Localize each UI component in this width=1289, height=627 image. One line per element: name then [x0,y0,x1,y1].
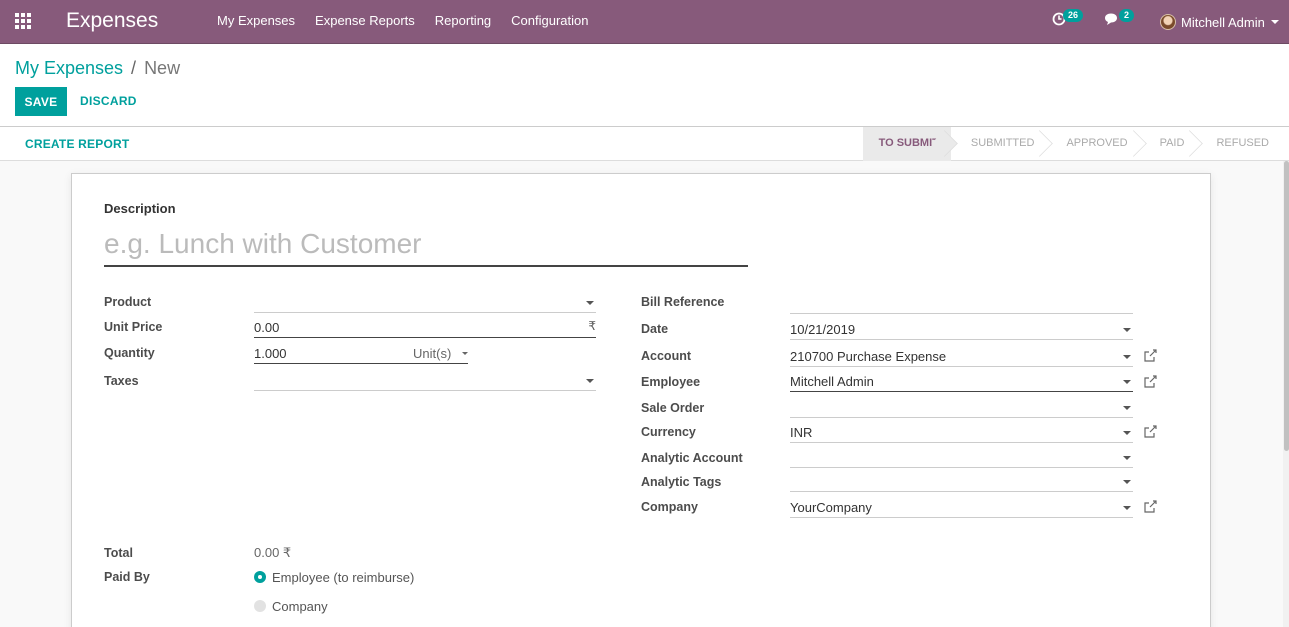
external-link-icon[interactable] [1144,349,1157,362]
account-label: Account [641,349,691,363]
product-field[interactable] [254,293,596,313]
total-label: Total [104,546,133,560]
user-name: Mitchell Admin [1181,14,1265,30]
breadcrumb: My Expenses / New [15,58,180,79]
quantity-label: Quantity [104,346,155,360]
company-value: YourCompany [790,500,872,515]
product-label: Product [104,295,152,309]
bill-reference-label: Bill Reference [641,295,725,309]
currency-label: Currency [641,425,696,439]
main-menu: My Expenses Expense Reports Reporting Co… [217,0,608,44]
app-title: Expenses [66,9,159,32]
activity-icon[interactable]: 26 [1052,9,1084,28]
date-value: 10/21/2019 [790,322,856,337]
quantity-field[interactable]: 1.000 Unit(s) [254,344,468,364]
save-button[interactable]: SAVE [15,87,67,116]
menu-reporting[interactable]: Reporting [435,0,491,44]
external-link-icon[interactable] [1144,425,1157,438]
description-label: Description [104,201,176,216]
description-input[interactable] [104,222,748,267]
currency-symbol: ₹ [588,319,596,333]
stage-paid[interactable]: PAID [1140,127,1197,161]
create-report-button[interactable]: CREATE REPORT [25,137,129,151]
menu-my-expenses[interactable]: My Expenses [217,0,295,44]
paid-by-company-radio[interactable] [254,600,266,612]
chevron-down-icon [586,301,594,305]
stage-to-submit[interactable]: TO SUBMIT [862,127,951,161]
currency-field[interactable]: INR [790,423,1133,443]
chevron-down-icon [1123,480,1131,484]
paid-by-label: Paid By [104,570,150,584]
sale-order-field[interactable] [790,398,1133,418]
sale-order-label: Sale Order [641,401,705,415]
date-label: Date [641,322,669,336]
menu-expense-reports[interactable]: Expense Reports [315,0,415,44]
currency-value: INR [790,425,813,440]
chevron-down-icon [586,379,594,383]
message-count-badge: 2 [1119,9,1135,22]
discard-button[interactable]: DISCARD [80,94,137,108]
stage-refused[interactable]: REFUSED [1196,127,1281,161]
chevron-down-icon [1123,380,1131,384]
external-link-icon[interactable] [1144,375,1157,388]
chevron-down-icon [1123,431,1131,435]
breadcrumb-parent[interactable]: My Expenses [15,58,123,78]
activity-count-badge: 26 [1063,9,1084,22]
paid-by-employee-radio[interactable] [254,571,266,583]
chevron-down-icon [1123,506,1131,510]
employee-field[interactable]: Mitchell Admin [790,372,1133,392]
taxes-label: Taxes [104,374,139,388]
account-field[interactable]: 210700 Purchase Expense [790,347,1133,367]
chat-bubbles-icon [1105,13,1117,25]
chevron-down-icon [1123,406,1131,410]
company-field[interactable]: YourCompany [790,498,1133,518]
analytic-account-field[interactable] [790,448,1133,468]
chevron-down-icon [1123,355,1131,359]
employee-value: Mitchell Admin [790,374,874,389]
taxes-field[interactable] [254,371,596,391]
expense-form-sheet: Description Product Unit Price 0.00 ₹ Qu… [71,173,1211,627]
bill-reference-field[interactable] [790,294,1133,314]
menu-configuration[interactable]: Configuration [511,0,588,44]
apps-menu-icon[interactable] [15,13,33,31]
avatar [1160,14,1176,30]
chevron-down-icon [1270,20,1279,24]
scrollbar-thumb[interactable] [1284,161,1289,451]
status-stages: TO SUBMIT SUBMITTED APPROVED PAID REFUSE… [862,127,1281,161]
paid-by-employee-label[interactable]: Employee (to reimburse) [272,570,414,585]
unit-price-value: 0.00 [254,320,280,335]
date-field[interactable]: 10/21/2019 [790,320,1133,340]
unit-price-field[interactable]: 0.00 ₹ [254,318,596,338]
messaging-icon[interactable]: 2 [1104,9,1135,28]
external-link-icon[interactable] [1144,500,1157,513]
top-navbar: Expenses My Expenses Expense Reports Rep… [0,0,1289,44]
vertical-scrollbar[interactable] [1283,161,1289,627]
quantity-value: 1.000 [254,346,287,361]
analytic-tags-field[interactable] [790,472,1133,492]
stage-submitted[interactable]: SUBMITTED [951,127,1047,161]
user-menu[interactable]: Mitchell Admin [1160,0,1279,44]
employee-label: Employee [641,375,701,389]
analytic-account-label: Analytic Account [641,451,743,465]
analytic-tags-label: Analytic Tags [641,475,722,489]
chevron-down-icon [462,352,468,355]
stage-approved[interactable]: APPROVED [1046,127,1139,161]
uom-select[interactable]: Unit(s) [413,346,451,361]
chevron-down-icon [1123,456,1131,460]
unit-price-label: Unit Price [104,320,163,334]
breadcrumb-separator: / [131,58,137,78]
company-label: Company [641,500,698,514]
account-value: 210700 Purchase Expense [790,349,947,364]
control-panel: My Expenses / New SAVE DISCARD [0,44,1289,127]
chevron-down-icon [1123,328,1131,332]
breadcrumb-current: New [144,58,181,78]
total-value: 0.00 ₹ [254,545,292,560]
form-statusbar: CREATE REPORT TO SUBMIT SUBMITTED APPROV… [0,127,1289,161]
paid-by-company-label[interactable]: Company [272,599,328,614]
